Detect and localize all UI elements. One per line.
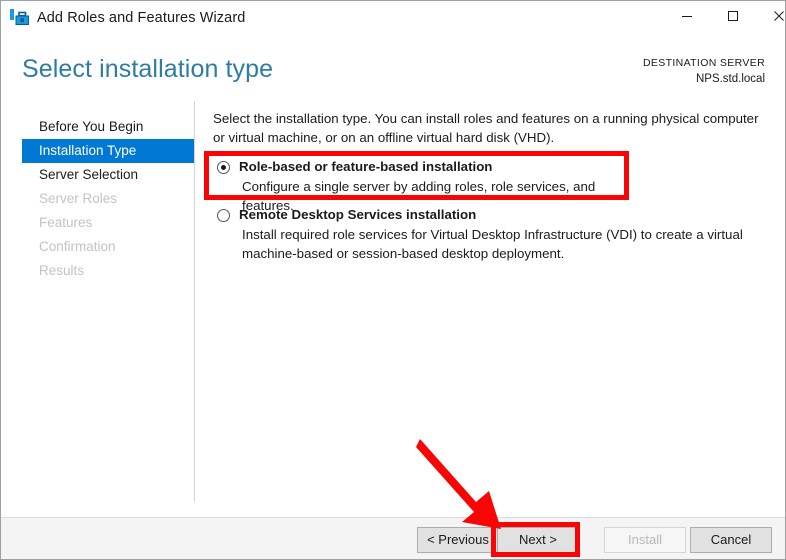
minimize-icon: [682, 16, 692, 17]
sidebar-item-installation-type[interactable]: Installation Type: [22, 139, 194, 163]
previous-button[interactable]: < Previous: [417, 527, 499, 553]
cancel-button[interactable]: Cancel: [690, 527, 772, 553]
radio-remote-desktop-services-installation[interactable]: [217, 209, 230, 222]
maximize-button[interactable]: [710, 1, 756, 31]
minimize-button[interactable]: [664, 1, 710, 31]
destination-server-value: NPS.std.local: [695, 73, 765, 85]
destination-server-label: DESTINATION SERVER: [642, 57, 765, 69]
sidebar-item-results: Results: [39, 263, 85, 278]
sidebar-item-confirmation: Confirmation: [39, 239, 116, 254]
close-button[interactable]: [756, 1, 785, 31]
option-title: Remote Desktop Services installation: [239, 207, 477, 222]
window-title: Add Roles and Features Wizard: [37, 10, 246, 26]
wizard-window: Add Roles and Features Wizard Select ins…: [0, 0, 786, 560]
page-title: Select installation type: [22, 55, 274, 83]
sidebar-item-server-selection[interactable]: Server Selection: [22, 163, 194, 187]
sidebar-divider: [194, 101, 195, 502]
intro-text: Select the installation type. You can in…: [213, 111, 759, 145]
sidebar-item-server-roles: Server Roles: [39, 191, 118, 206]
next-button[interactable]: Next >: [497, 527, 579, 553]
destination-server-block: DESTINATION SERVER NPS.std.local: [643, 56, 765, 87]
sidebar-item-before-you-begin[interactable]: Before You Begin: [22, 115, 194, 139]
title-bar: Add Roles and Features Wizard: [1, 1, 785, 38]
wizard-toolbox-icon: [10, 9, 30, 28]
option-description: Install required role services for Virtu…: [242, 227, 743, 261]
install-button: Install: [604, 527, 686, 553]
wizard-sidebar: Before You Begin Installation Type Serve…: [1, 101, 194, 501]
maximize-icon: [728, 11, 738, 21]
close-icon: [774, 11, 784, 21]
sidebar-item-features: Features: [39, 215, 93, 230]
radio-role-based-installation[interactable]: [217, 161, 230, 174]
option-title: Role-based or feature-based installation: [239, 159, 493, 174]
